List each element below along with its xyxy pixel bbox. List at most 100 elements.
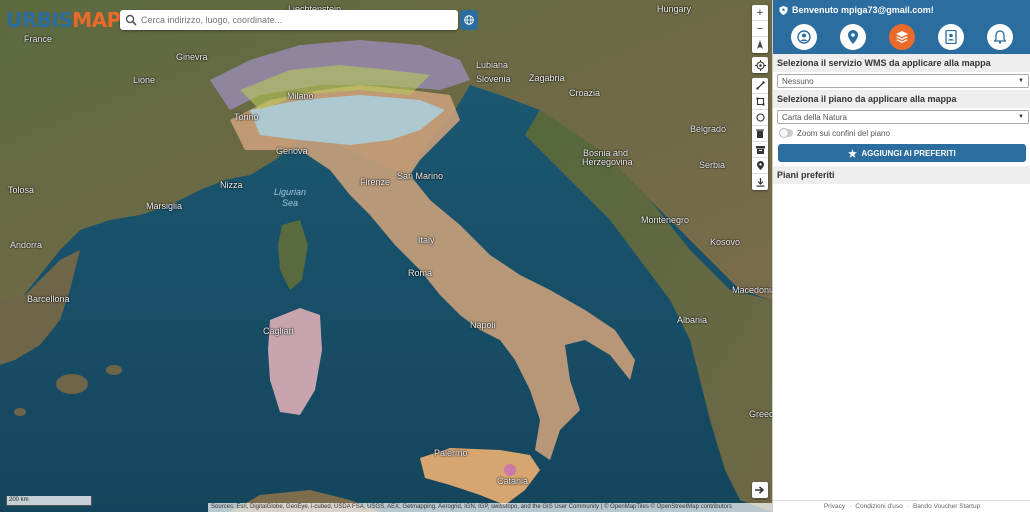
tab-places[interactable] bbox=[839, 24, 866, 50]
panel-tabs bbox=[773, 20, 1030, 54]
add-to-favorites-button[interactable]: AGGIUNGI AI PREFERITI bbox=[778, 144, 1026, 162]
archive-button[interactable] bbox=[752, 142, 768, 158]
map-pin-icon bbox=[847, 30, 858, 44]
map-label-andorra: Andorra bbox=[10, 240, 43, 250]
app-logo[interactable]: URBISMAP bbox=[6, 8, 121, 32]
exit-button[interactable] bbox=[752, 482, 768, 498]
map-label-roma: Roma bbox=[408, 268, 433, 278]
logo-text-map: MAP bbox=[72, 8, 121, 32]
map-label-ginevra: Ginevra bbox=[176, 52, 208, 62]
terms-link[interactable]: Condizioni d'uso bbox=[855, 503, 903, 510]
side-panel: Benvenuto mpiga73@gmail.com! Seleziona i… bbox=[772, 0, 1030, 512]
map-label-palermo: Palermo bbox=[434, 448, 468, 458]
chevron-down-icon: ▼ bbox=[1018, 114, 1024, 120]
map-label-france: France bbox=[24, 34, 53, 44]
panel-header: Benvenuto mpiga73@gmail.com! bbox=[773, 0, 1030, 20]
map-label-ligurian-sea: Ligurian Sea bbox=[274, 187, 306, 209]
map-label-hungary: Hungary bbox=[657, 4, 692, 14]
map-label-lubiana: Lubiana bbox=[476, 60, 509, 70]
zoom-boundaries-toggle[interactable] bbox=[779, 128, 793, 138]
privacy-link[interactable]: Privacy bbox=[824, 503, 845, 510]
map-label-slovenia: Slovenia bbox=[476, 74, 511, 84]
circle-tool-icon bbox=[755, 113, 765, 122]
footer-separator: · bbox=[849, 503, 852, 510]
map-canvas[interactable]: Hungary Liechtenstein France Ginevra Lio… bbox=[0, 0, 772, 512]
map-label-herzegovina: Herzegovina bbox=[582, 157, 633, 167]
map-label-nizza: Nizza bbox=[220, 180, 243, 190]
layers-icon bbox=[895, 31, 908, 43]
zoom-in-button[interactable]: + bbox=[752, 5, 768, 21]
search-input[interactable] bbox=[141, 15, 441, 25]
map-label-catania: Catania bbox=[497, 476, 529, 486]
delete-button[interactable] bbox=[752, 126, 768, 142]
map-label-torino: Torino bbox=[234, 112, 259, 122]
wms-selected-value: Nessuno bbox=[782, 76, 814, 86]
user-shield-icon bbox=[779, 5, 788, 15]
download-icon bbox=[756, 177, 764, 187]
map-label-belgrado: Belgrado bbox=[690, 124, 727, 134]
scale-bar: 200 km bbox=[6, 496, 92, 506]
footer-separator: · bbox=[906, 503, 909, 510]
map-label-zagabria: Zagabria bbox=[529, 73, 565, 83]
tab-notifications[interactable] bbox=[986, 24, 1013, 50]
map-label-lione: Lione bbox=[133, 75, 156, 85]
globe-button[interactable] bbox=[460, 10, 478, 30]
tab-contacts[interactable] bbox=[937, 24, 964, 50]
map-label-genova: Genova bbox=[276, 146, 308, 156]
add-to-favorites-label: AGGIUNGI AI PREFERITI bbox=[861, 148, 956, 158]
locate-button[interactable] bbox=[752, 57, 768, 73]
zoom-out-button[interactable]: − bbox=[752, 21, 768, 37]
map-label-macedonia: Macedonia bbox=[732, 285, 772, 295]
map-label-milano: Milano bbox=[287, 91, 314, 101]
star-icon bbox=[848, 148, 858, 158]
map-label-greece: Greece bbox=[749, 409, 772, 419]
map-label-albania: Albania bbox=[677, 315, 708, 325]
tab-layers[interactable] bbox=[888, 24, 915, 50]
search-icon bbox=[125, 14, 137, 26]
satellite-basemap bbox=[0, 0, 772, 512]
plan-section-title: Seleziona il piano da applicare alla map… bbox=[773, 90, 1030, 108]
map-label-barcellona: Barcellona bbox=[27, 294, 70, 304]
draw-circle-button[interactable] bbox=[752, 110, 768, 126]
draw-tools bbox=[752, 78, 768, 190]
welcome-text: Benvenuto mpiga73@gmail.com! bbox=[792, 5, 934, 15]
map-label-tolosa: Tolosa bbox=[8, 185, 35, 195]
download-button[interactable] bbox=[752, 174, 768, 190]
map-label-cagliari: Cagliari bbox=[263, 326, 294, 336]
archive-icon bbox=[755, 145, 765, 154]
map-label-montenegro: Montenegro bbox=[641, 215, 690, 225]
globe-icon bbox=[464, 15, 474, 25]
map-label-italy: Italy bbox=[418, 235, 435, 245]
plan-select[interactable]: Carta della Natura ▼ bbox=[777, 110, 1029, 124]
map-label-croazia: Croazia bbox=[569, 88, 601, 98]
zoom-toggle-row: Zoom sui confini del piano bbox=[773, 126, 1030, 140]
map-label-napoli: Napoli bbox=[470, 320, 496, 330]
zoom-toggle-label: Zoom sui confini del piano bbox=[797, 128, 890, 138]
draw-line-button[interactable] bbox=[752, 78, 768, 94]
wms-section-title: Seleziona il servizio WMS da applicare a… bbox=[773, 54, 1030, 72]
marker-button[interactable] bbox=[752, 158, 768, 174]
sea-label-line1: Ligurian bbox=[274, 187, 307, 197]
trash-icon bbox=[756, 129, 764, 138]
contacts-icon bbox=[944, 30, 957, 44]
tab-user[interactable] bbox=[790, 24, 817, 50]
voucher-link[interactable]: Bando Voucher Startup bbox=[913, 503, 980, 510]
bell-icon bbox=[993, 30, 1006, 44]
map-label-san-marino: San Marino bbox=[397, 171, 444, 181]
zoom-controls: + − bbox=[752, 5, 768, 53]
plan-selected-value: Carta della Natura bbox=[782, 112, 847, 122]
sea-label-line2: Sea bbox=[282, 198, 299, 208]
search-bar[interactable] bbox=[120, 10, 458, 30]
map-label-firenze: Firenze bbox=[360, 177, 391, 187]
crosshair-icon bbox=[754, 59, 766, 71]
compass-icon bbox=[757, 40, 763, 49]
logo-text-urbis: URBIS bbox=[6, 8, 73, 32]
map-label-marsiglia: Marsiglia bbox=[146, 201, 183, 211]
panel-footer: Privacy · Condizioni d'uso · Bando Vouch… bbox=[773, 500, 1030, 512]
chevron-down-icon: ▼ bbox=[1018, 78, 1024, 84]
draw-polygon-button[interactable] bbox=[752, 94, 768, 110]
map-label-serbia: Serbia bbox=[699, 160, 726, 170]
compass-button[interactable] bbox=[752, 37, 768, 53]
wms-select[interactable]: Nessuno ▼ bbox=[777, 74, 1029, 88]
locate-control bbox=[752, 57, 768, 73]
